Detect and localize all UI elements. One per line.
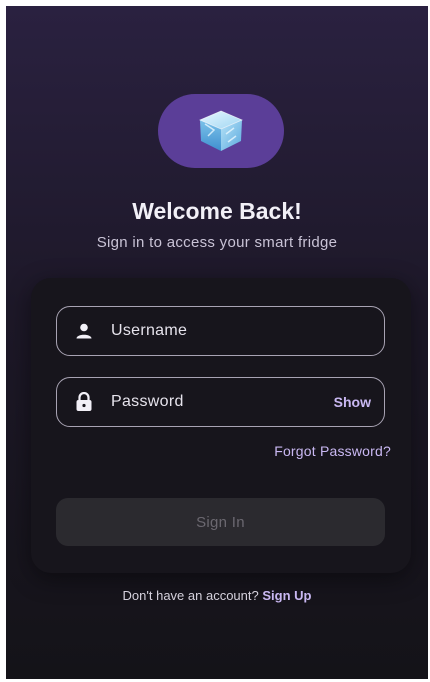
page-subtitle: Sign in to access your smart fridge	[96, 234, 338, 251]
app-logo	[158, 94, 284, 168]
login-card: Show Forgot Password? Sign In	[31, 278, 411, 573]
show-password-button[interactable]: Show	[334, 394, 371, 410]
forgot-password-link[interactable]: Forgot Password?	[274, 443, 391, 459]
username-field[interactable]	[56, 306, 385, 356]
user-icon	[57, 322, 111, 340]
lock-icon	[57, 392, 111, 412]
password-input[interactable]	[111, 393, 334, 411]
username-input[interactable]	[111, 322, 384, 340]
login-screen: Welcome Back! Sign in to access your sma…	[6, 6, 428, 679]
sign-in-button[interactable]: Sign In	[56, 498, 385, 546]
password-field[interactable]: Show	[56, 377, 385, 427]
signup-prompt-text: Don't have an account?	[122, 588, 259, 603]
page-title: Welcome Back!	[132, 198, 302, 224]
sign-up-link[interactable]: Sign Up	[262, 588, 311, 603]
ice-cube-icon	[198, 110, 244, 151]
signup-prompt: Don't have an account? Sign Up	[6, 588, 428, 603]
